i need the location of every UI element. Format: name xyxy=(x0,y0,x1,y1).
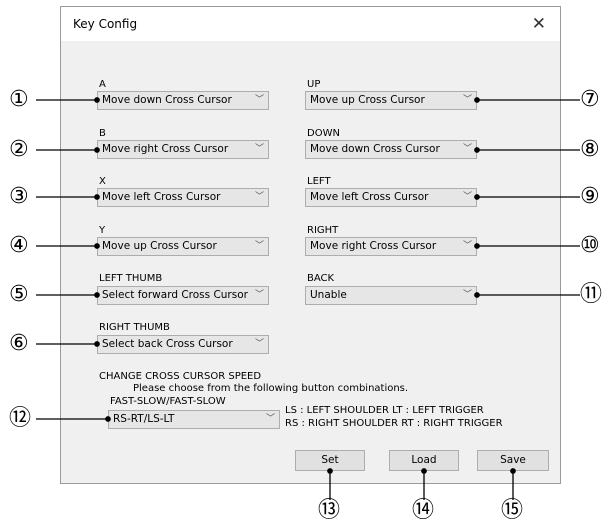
callout-dot-13 xyxy=(327,468,333,474)
callout-dot-6 xyxy=(94,341,100,347)
callout-13: ⑬ xyxy=(318,498,341,523)
callout-dot-2 xyxy=(94,147,100,153)
callout-dot-4 xyxy=(94,243,100,249)
callout-dot-8 xyxy=(474,147,480,153)
callout-dot-5 xyxy=(94,292,100,298)
callout-dot-10 xyxy=(474,243,480,249)
callout-dot-7 xyxy=(474,97,480,103)
callout-8: ⑧ xyxy=(580,137,600,162)
callout-12: ⑫ xyxy=(9,406,32,431)
callout-10: ⑩ xyxy=(580,233,600,258)
callout-dot-15 xyxy=(510,468,516,474)
callout-9: ⑨ xyxy=(580,184,600,209)
callout-dot-11 xyxy=(474,292,480,298)
callout-15: ⑮ xyxy=(501,498,524,523)
callout-14: ⑭ xyxy=(412,498,435,523)
callout-dot-12 xyxy=(105,416,111,422)
callout-2: ② xyxy=(9,137,29,162)
callout-6: ⑥ xyxy=(9,331,29,356)
callout-3: ③ xyxy=(9,184,29,209)
callout-4: ④ xyxy=(9,233,29,258)
callout-dot-14 xyxy=(421,468,427,474)
callout-dot-9 xyxy=(474,194,480,200)
callout-7: ⑦ xyxy=(580,87,600,112)
callout-1: ① xyxy=(9,87,29,112)
callout-dot-3 xyxy=(94,194,100,200)
callout-5: ⑤ xyxy=(9,282,29,307)
callout-dot-1 xyxy=(94,97,100,103)
callout-11: ⑪ xyxy=(580,282,603,307)
callout-lines xyxy=(36,97,580,500)
